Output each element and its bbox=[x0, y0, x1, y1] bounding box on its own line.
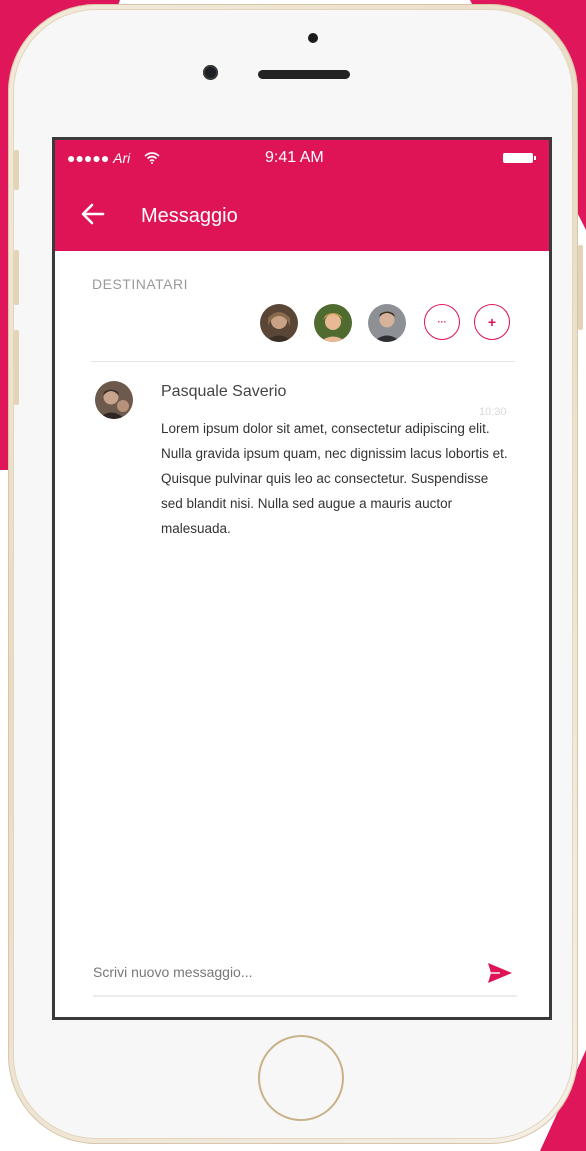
front-camera bbox=[203, 65, 218, 80]
battery-icon bbox=[503, 153, 536, 163]
phone-screen: ●●●●● Ari 9:41 AM Messaggio DESTINATARI bbox=[52, 137, 552, 1020]
send-icon[interactable] bbox=[487, 962, 513, 984]
sender-name: Pasquale Saverio bbox=[161, 383, 287, 400]
recipient-avatar-3[interactable] bbox=[368, 304, 406, 342]
message-body: Lorem ipsum dolor sit amet, consectetur … bbox=[161, 421, 508, 536]
recipients-label: DESTINATARI bbox=[92, 276, 188, 292]
volume-down-button bbox=[14, 330, 19, 405]
recipient-avatar-2[interactable] bbox=[314, 304, 352, 342]
divider bbox=[91, 361, 515, 362]
proximity-sensor bbox=[308, 33, 318, 43]
message-input[interactable] bbox=[93, 959, 473, 985]
earpiece-speaker bbox=[258, 70, 350, 79]
page-title: Messaggio bbox=[141, 205, 238, 227]
message-content: DESTINATARI ··· + Pasquale Saverio 10:30… bbox=[55, 251, 549, 1017]
carrier-logo: Ari bbox=[113, 150, 131, 166]
composer-underline bbox=[93, 995, 517, 997]
back-arrow-icon[interactable] bbox=[79, 200, 107, 228]
wifi-icon bbox=[144, 152, 160, 164]
composer bbox=[93, 959, 517, 987]
home-button[interactable] bbox=[258, 1035, 344, 1121]
status-time: 9:41 AM bbox=[265, 149, 324, 166]
recipient-avatar-1[interactable] bbox=[260, 304, 298, 342]
add-recipient-button[interactable]: + bbox=[474, 304, 510, 340]
volume-up-button bbox=[14, 250, 19, 305]
more-recipients-button[interactable]: ··· bbox=[424, 304, 460, 340]
power-button bbox=[578, 245, 583, 330]
status-carrier: ●●●●● Ari bbox=[67, 150, 160, 166]
app-bar: ●●●●● Ari 9:41 AM Messaggio bbox=[55, 140, 549, 251]
mute-switch bbox=[14, 150, 19, 190]
sender-avatar bbox=[95, 381, 133, 419]
